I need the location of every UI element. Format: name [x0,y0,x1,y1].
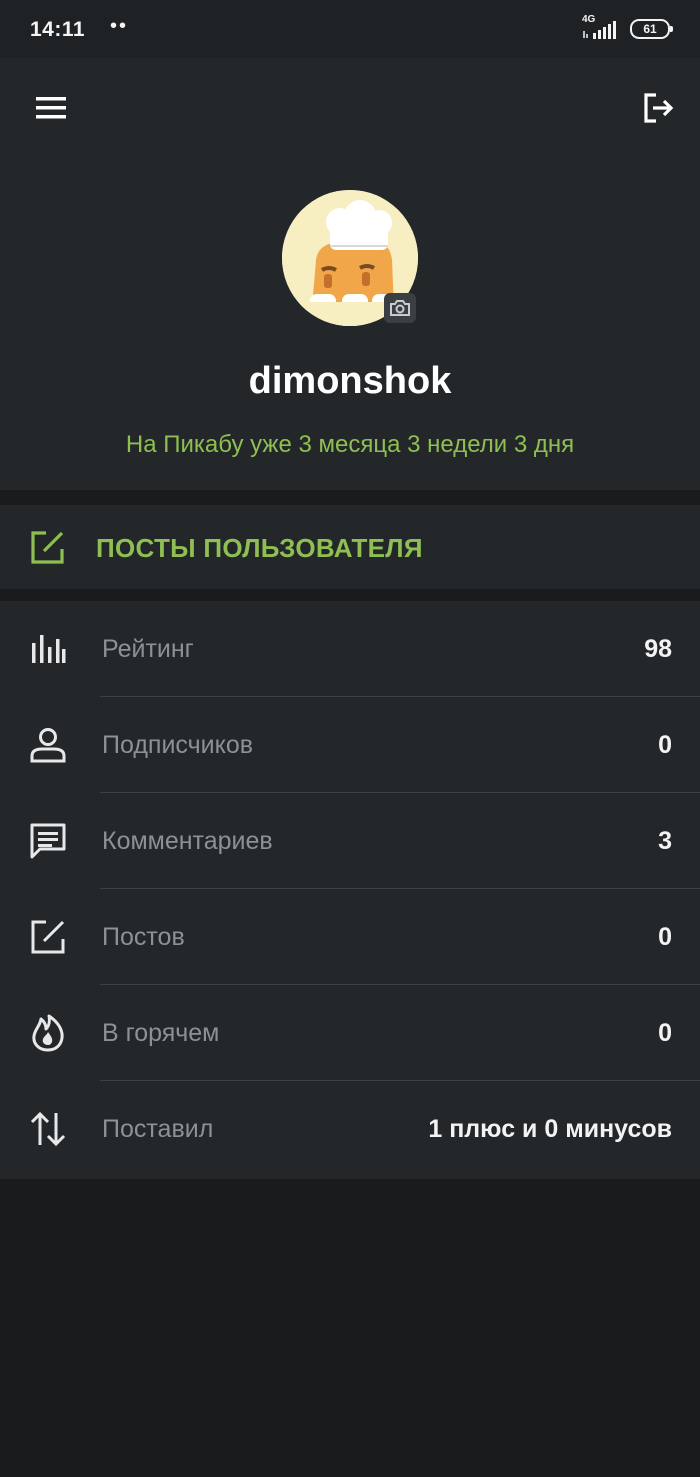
battery-level: 61 [643,22,657,36]
stat-value: 98 [644,635,672,663]
status-bar: 14:11 •• 4G 61 [0,0,700,58]
stat-row-rating[interactable]: Рейтинг 98 [0,601,700,697]
edit-icon [31,920,65,954]
notification-dots: •• [110,15,129,37]
stat-label: Комментариев [102,827,273,855]
stat-value: 1 плюс и 0 минусов [428,1115,672,1143]
person-icon [30,728,66,763]
menu-button[interactable] [34,94,68,122]
change-avatar-button[interactable] [384,293,416,323]
stat-row-votes[interactable]: Поставил 1 плюс и 0 минусов [0,1081,700,1177]
stat-label: Поставил [102,1115,214,1143]
profile-header: dimonshok На Пикабу уже 3 месяца 3 недел… [0,58,700,490]
edit-icon [31,531,64,564]
signal-icon: 4G [580,14,620,40]
stats-list: Рейтинг 98 Подписчиков 0 Комментариев 3 … [0,601,700,1179]
member-since: На Пикабу уже 3 месяца 3 недели 3 дня [125,431,575,458]
user-posts-label: ПОСТЫ ПОЛЬЗОВАТЕЛЯ [96,533,423,563]
stat-row-comments[interactable]: Комментариев 3 [0,793,700,889]
stat-value: 0 [658,923,672,951]
battery-icon: 61 [630,19,673,39]
stat-label: Постов [102,923,185,951]
status-indicators: 4G 61 [580,14,673,40]
flame-icon [32,1014,64,1052]
camera-icon [390,300,410,316]
stat-row-hot[interactable]: В горячем 0 [0,985,700,1081]
network-type: 4G [582,14,596,25]
stat-value: 3 [658,827,672,855]
stat-label: Подписчиков [102,731,254,759]
stat-label: В горячем [102,1019,220,1047]
logout-button[interactable] [640,90,676,126]
status-time: 14:11 [30,18,86,41]
user-posts-link[interactable]: ПОСТЫ ПОЛЬЗОВАТЕЛЯ [0,505,700,589]
bar-chart-icon [32,635,66,663]
stat-label: Рейтинг [102,635,194,663]
stat-value: 0 [658,1019,672,1047]
comment-icon [30,823,66,859]
stat-row-posts[interactable]: Постов 0 [0,889,700,985]
logout-icon [644,93,674,123]
stat-row-subscribers[interactable]: Подписчиков 0 [0,697,700,793]
username: dimonshok [248,360,452,402]
stat-value: 0 [658,731,672,759]
sort-arrows-icon [30,1111,66,1147]
hamburger-menu-icon [36,97,66,119]
